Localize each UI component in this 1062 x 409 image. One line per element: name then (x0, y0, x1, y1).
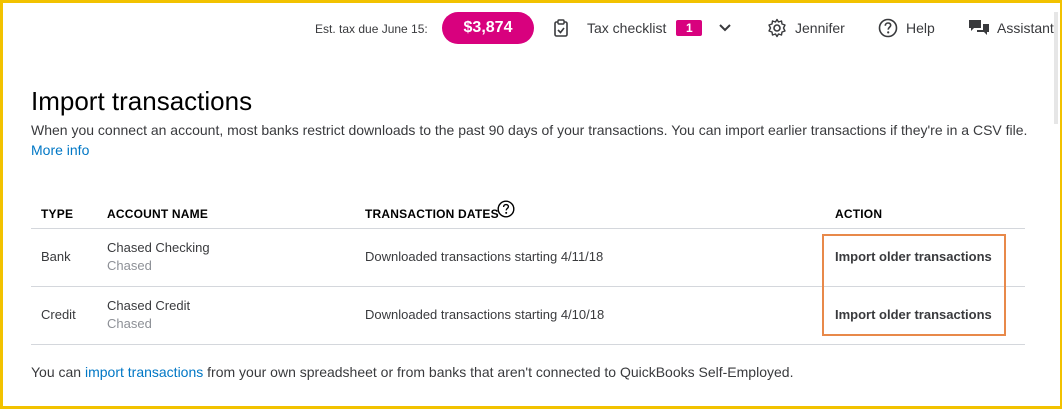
top-bar: Est. tax due June 15: $3,874 Tax checkli… (0, 8, 1062, 48)
tax-amount-button[interactable]: $3,874 (442, 12, 534, 44)
footer-prefix: You can (31, 364, 82, 380)
footer-suffix: from your own spreadsheet or from banks … (207, 364, 794, 380)
help-icon[interactable] (497, 200, 515, 218)
import-transactions-link[interactable]: import transactions (85, 364, 203, 380)
help-button[interactable]: Help (878, 12, 935, 44)
assistant-button[interactable]: Assistant (968, 12, 1054, 44)
page-title: Import transactions (31, 86, 253, 116)
row-account-name: Chased Credit (107, 298, 191, 313)
chevron-down-icon[interactable] (718, 23, 732, 33)
footer-text: You can import transactions from your ow… (31, 364, 793, 380)
user-name: Jennifer (795, 20, 845, 36)
highlight-annotation (822, 234, 1006, 336)
tax-due-label: Est. tax due June 15: (315, 22, 428, 36)
clipboard-icon (554, 19, 568, 37)
row-dates: Downloaded transactions starting 4/11/18 (365, 249, 604, 264)
intro-text: When you connect an account, most banks … (31, 120, 1041, 160)
help-label: Help (906, 20, 935, 36)
header-transaction-dates: TRANSACTION DATES (365, 200, 515, 221)
help-icon (878, 18, 898, 38)
row-dates: Downloaded transactions starting 4/10/18 (365, 307, 605, 322)
row-institution: Chased (107, 316, 152, 331)
row-type: Bank (41, 249, 71, 264)
gear-icon (768, 18, 786, 38)
assistant-label: Assistant (997, 20, 1054, 36)
row-institution: Chased (107, 258, 152, 273)
header-account-name: ACCOUNT NAME (107, 207, 209, 221)
chat-bubbles-icon (969, 20, 989, 35)
header-type: TYPE (41, 207, 74, 221)
header-action: ACTION (835, 207, 883, 221)
tax-checklist-button[interactable]: Tax checklist 1 (553, 12, 732, 44)
tax-checklist-label: Tax checklist (587, 20, 667, 36)
user-menu-button[interactable]: Jennifer (767, 12, 845, 44)
intro-message: When you connect an account, most banks … (31, 122, 1028, 138)
tax-checklist-badge: 1 (676, 20, 703, 36)
more-info-link[interactable]: More info (31, 142, 89, 158)
header-transaction-dates-label: TRANSACTION DATES (365, 207, 499, 221)
table-header: TYPE ACCOUNT NAME TRANSACTION DATES ACTI… (31, 198, 1025, 229)
row-account-name: Chased Checking (107, 240, 210, 255)
row-type: Credit (41, 307, 76, 322)
